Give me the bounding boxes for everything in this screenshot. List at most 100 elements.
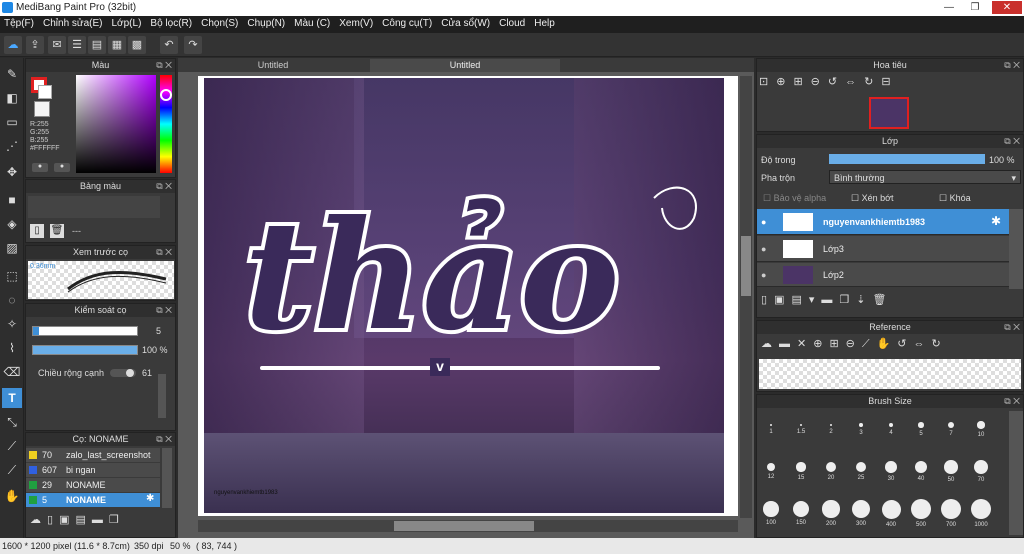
eraser-tool-icon[interactable]: ◧: [2, 88, 22, 108]
copy-brush-icon[interactable]: ▤: [75, 514, 91, 526]
close-button[interactable]: ✕: [992, 1, 1022, 14]
brush-list-scrollbar[interactable]: [162, 448, 172, 508]
panel-menu-icon[interactable]: ⧉ ✕: [1004, 135, 1020, 148]
saturation-picker[interactable]: [76, 75, 156, 173]
panel-menu-icon[interactable]: ⧉ ✕: [1004, 321, 1020, 334]
panel-menu-icon[interactable]: ⧉ ✕: [156, 246, 172, 259]
eye-icon[interactable]: ●: [761, 217, 766, 227]
brush-list-item[interactable]: 29 NONAME: [26, 478, 160, 492]
folder-icon[interactable]: ▬: [821, 294, 839, 306]
menu-filter[interactable]: Bộ lọc(R): [146, 16, 197, 33]
brush-size-option[interactable]: 30: [879, 453, 903, 493]
vertical-scrollbar[interactable]: [740, 76, 752, 518]
menu-select[interactable]: Chọn(S): [197, 16, 243, 33]
select-pen-icon[interactable]: ⌇: [2, 338, 22, 358]
brush-size-option[interactable]: 4: [879, 411, 903, 451]
layer-row[interactable]: ● Lớp2: [757, 263, 1009, 287]
brush-size-option[interactable]: 3: [849, 411, 873, 451]
menu-snap[interactable]: Chụp(N): [243, 16, 290, 33]
delete-palette-icon[interactable]: 🗑: [50, 224, 64, 238]
layer-opacity-slider[interactable]: [829, 154, 985, 164]
page-icon[interactable]: ▤: [88, 36, 106, 54]
zoom-in-icon[interactable]: ⊕: [776, 76, 793, 88]
brush-size-option[interactable]: 1000: [969, 495, 993, 535]
select-eraser-icon[interactable]: ⌫: [2, 362, 22, 382]
rotate-icon[interactable]: ↺: [897, 338, 913, 350]
menu-help[interactable]: Help: [530, 16, 560, 33]
edge-width-toggle[interactable]: [110, 369, 136, 377]
brush-size-option[interactable]: 15: [789, 453, 813, 493]
brush-size-option[interactable]: 400: [879, 495, 903, 535]
navigator-thumbnail[interactable]: [869, 97, 909, 129]
tiles-icon[interactable]: ▩: [128, 36, 146, 54]
tab-untitled-2[interactable]: Untitled: [370, 59, 560, 72]
eye-icon[interactable]: ●: [761, 244, 766, 254]
magic-wand-icon[interactable]: ✧: [2, 314, 22, 334]
fit-icon[interactable]: ⊡: [759, 76, 776, 88]
brush-size-option[interactable]: 500: [909, 495, 933, 535]
brush-size-slider[interactable]: [32, 326, 138, 336]
duplicate-layer-icon[interactable]: ❐: [839, 294, 856, 306]
menu-view[interactable]: Xem(V): [335, 16, 378, 33]
reset-icon[interactable]: ⊟: [881, 76, 898, 88]
panel-menu-icon[interactable]: ⧉ ✕: [156, 304, 172, 317]
brush-size-option[interactable]: 40: [909, 453, 933, 493]
reference-canvas[interactable]: [759, 359, 1021, 389]
add-layer-menu-icon[interactable]: ▾: [809, 294, 822, 306]
blend-mode-select[interactable]: Bình thường ▾: [829, 170, 1021, 184]
hand-tool-icon[interactable]: ✋: [2, 486, 22, 506]
restore-button[interactable]: ❐: [964, 1, 986, 14]
flip-icon[interactable]: ⇔: [845, 76, 864, 88]
menu-cloud[interactable]: Cloud: [495, 16, 530, 33]
reset-icon[interactable]: ↻: [932, 338, 948, 350]
merge-layer-icon[interactable]: ⇣: [856, 294, 872, 306]
menu-edit[interactable]: Chỉnh sửa(E): [39, 16, 108, 33]
grid-icon[interactable]: ▦: [108, 36, 126, 54]
canvas-document[interactable]: thảo v nguyenvankhiemtb1983: [204, 78, 724, 513]
eyedropper-tool-icon[interactable]: ⟋: [2, 436, 22, 456]
menu-tools[interactable]: Công cụ(T): [378, 16, 437, 33]
comment-icon[interactable]: ✉: [48, 36, 66, 54]
duplicate-icon[interactable]: ❐: [109, 514, 125, 526]
brush-size-option[interactable]: 300: [849, 495, 873, 535]
dot-tool-icon[interactable]: ⋰: [2, 136, 22, 156]
brush-size-option[interactable]: 200: [819, 495, 843, 535]
transparent-swatch[interactable]: [34, 101, 50, 117]
move-tool-icon[interactable]: ✥: [2, 162, 22, 182]
gear-icon[interactable]: ✱: [991, 214, 1001, 228]
clipping-checkbox[interactable]: ☐ Xén bớt: [851, 193, 894, 204]
layer-row[interactable]: ● Lớp3: [757, 236, 1009, 262]
brush-size-option[interactable]: 7: [939, 411, 963, 451]
brush-tool-icon[interactable]: ✎: [2, 64, 22, 84]
rotate-right-icon[interactable]: ↻: [864, 76, 881, 88]
lock-checkbox[interactable]: ☐ Khóa: [939, 193, 971, 204]
pen-tool-icon[interactable]: ⟋: [2, 460, 22, 480]
operation-tool-icon[interactable]: ⤡: [2, 412, 22, 432]
zoom-out-icon[interactable]: ⊖: [846, 338, 862, 350]
folder-icon[interactable]: ▬: [92, 514, 109, 526]
gradient-tool-icon[interactable]: ▨: [2, 238, 22, 258]
new-halftone-icon[interactable]: ▣: [774, 294, 791, 306]
brush-size-option[interactable]: 700: [939, 495, 963, 535]
bucket-tool-icon[interactable]: ◈: [2, 214, 22, 234]
brush-settings-icon[interactable]: ✱: [146, 493, 154, 504]
brush-list-item[interactable]: 70 zalo_last_screenshot: [26, 448, 160, 462]
brush-size-option[interactable]: 25: [849, 453, 873, 493]
flip-icon[interactable]: ⇔: [914, 338, 932, 350]
redo-icon[interactable]: ↷: [184, 36, 202, 54]
hue-handle[interactable]: [160, 89, 172, 101]
brush-size-scrollbar[interactable]: [1009, 411, 1023, 535]
zoom-fit-icon[interactable]: ⊞: [793, 76, 810, 88]
undo-icon[interactable]: ↶: [160, 36, 178, 54]
brush-control-scrollbar[interactable]: [158, 374, 166, 418]
add-color-button[interactable]: ●: [54, 163, 70, 172]
export-icon[interactable]: ⇪: [26, 36, 44, 54]
brush-size-option[interactable]: 70: [969, 453, 993, 493]
brush-size-option[interactable]: 5: [909, 411, 933, 451]
add-brush-icon[interactable]: ▣: [59, 514, 75, 526]
brush-size-option[interactable]: 1.5: [789, 411, 813, 451]
open-icon[interactable]: ▬: [779, 338, 797, 350]
select-tool-icon[interactable]: ⬚: [2, 266, 22, 286]
secondary-color-swatch[interactable]: [38, 85, 52, 99]
horizontal-scrollbar[interactable]: [198, 520, 738, 532]
